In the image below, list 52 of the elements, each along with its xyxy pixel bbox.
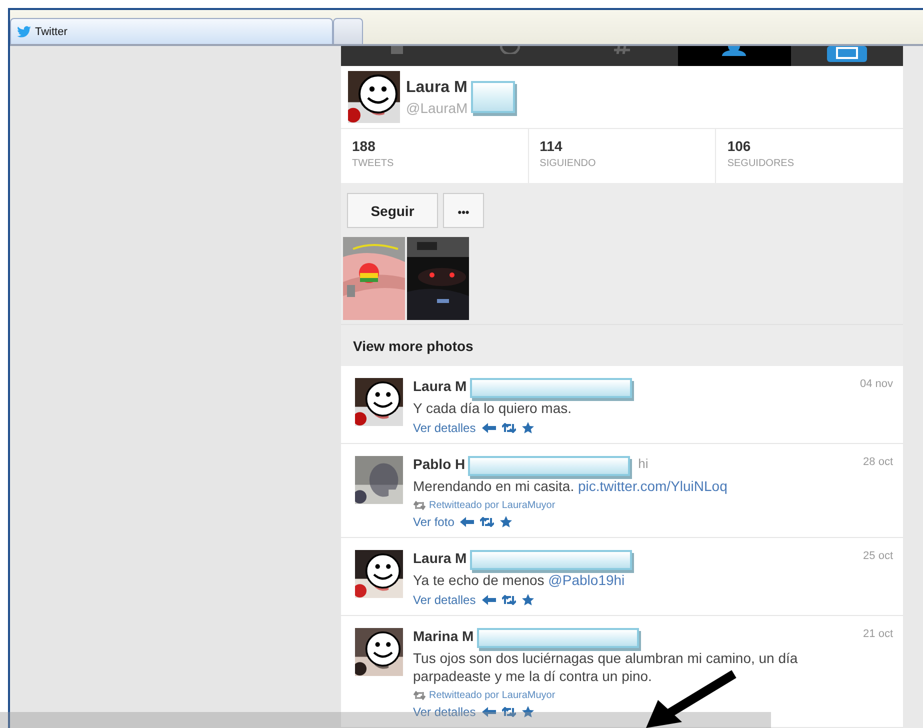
details-link[interactable]: Ver detalles <box>413 705 476 719</box>
retweeted-by-link[interactable]: Retwitteado por LauraMuyor <box>429 500 556 511</box>
tweet-author: Marina M <box>413 628 474 644</box>
stat-value: 106 <box>727 138 752 154</box>
person-icon[interactable] <box>721 46 748 56</box>
tweet-author: Pablo H <box>413 456 466 472</box>
tweet-text: Merendando en mi casita. pic.twitter.com/YluiNLoq <box>413 477 728 495</box>
retweet-icon[interactable] <box>480 517 494 527</box>
profile-name: Laura M <box>406 78 468 96</box>
profile-handle: @LauraM <box>406 100 468 116</box>
tweet-time: 21 oct <box>863 628 893 640</box>
stat-label: SIGUIENDO <box>540 158 597 169</box>
reply-icon[interactable] <box>482 595 496 605</box>
retweet-icon <box>413 691 426 700</box>
details-link[interactable]: Ver detalles <box>413 593 476 607</box>
tweet-handle: hi <box>638 456 648 471</box>
details-link[interactable]: Ver detalles <box>413 421 476 435</box>
follow-button[interactable]: Seguir <box>347 193 438 228</box>
tweet-link[interactable]: @Pablo19hi <box>548 572 625 588</box>
tweet-time: 28 oct <box>863 456 893 468</box>
tweet-time: 04 nov <box>860 378 893 390</box>
star-icon[interactable] <box>522 706 534 718</box>
tweet-text: Y cada día lo quiero mas. <box>413 399 573 417</box>
details-link[interactable]: Ver foto <box>413 515 454 529</box>
bird-icon <box>17 26 31 38</box>
stat-value: 188 <box>352 138 376 154</box>
tweet-author: Laura M <box>413 550 467 566</box>
star-icon[interactable] <box>500 516 512 528</box>
tweet-link[interactable]: pic.twitter.com/YluiNLoq <box>578 478 728 494</box>
retweet-icon <box>413 501 426 510</box>
tab-label: Twitter <box>35 26 68 38</box>
reply-icon[interactable] <box>460 517 474 527</box>
star-icon[interactable] <box>522 422 534 434</box>
view-more-photos-link[interactable]: View more photos <box>341 325 903 366</box>
retweet-icon[interactable] <box>502 707 516 717</box>
star-icon[interactable] <box>522 594 534 606</box>
compose-icon[interactable] <box>826 46 867 62</box>
tweet-text: Tus ojos son dos luciérnagas que alumbran mi camino, un día parpadeaste y me la dí contra un pino. <box>413 649 799 685</box>
retweet-icon[interactable] <box>502 595 516 605</box>
more-button[interactable]: ••• <box>443 193 484 228</box>
retweeted-by-link[interactable]: Retwitteado por LauraMuyor <box>429 690 556 701</box>
tweet-author: Laura M <box>413 378 467 394</box>
browser-tab[interactable]: Twitter <box>10 18 333 44</box>
stat-label: TWEETS <box>352 158 395 169</box>
reply-icon[interactable] <box>482 423 496 433</box>
nav-tab[interactable] <box>678 46 791 66</box>
tweet-text: Ya te echo de menos @Pablo19hi <box>413 571 626 589</box>
retweet-icon[interactable] <box>502 423 516 433</box>
stat-label: SEGUIDORES <box>727 158 796 169</box>
reply-icon[interactable] <box>482 707 496 717</box>
stat-value: 114 <box>540 138 564 154</box>
tweet-time: 25 oct <box>863 550 893 562</box>
